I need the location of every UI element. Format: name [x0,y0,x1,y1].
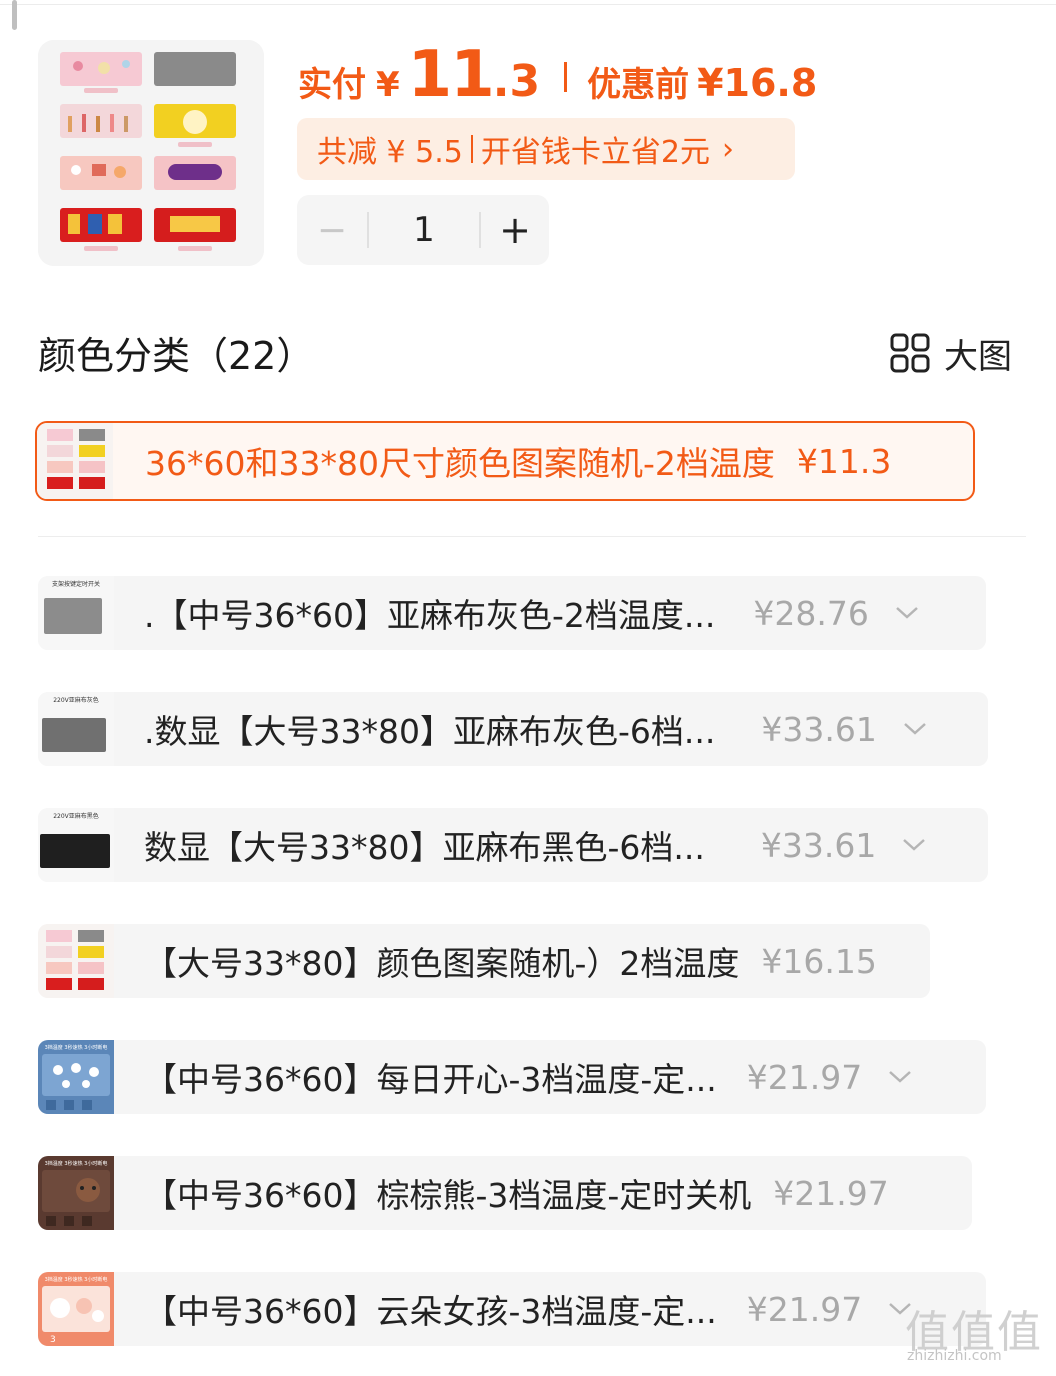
price-row: 实付 ¥ 11 .3 优惠前 ¥16.8 [298,38,817,114]
option-item[interactable]: 【大号33*80】颜色图案随机-）2档温度 ¥16.15 [38,924,930,998]
selected-option-price: ¥11.3 [796,441,892,481]
option-thumbnail: 220V亚麻布灰色 [38,692,114,766]
option-price: ¥21.97 [773,1173,889,1213]
option-thumbnail: 支架按键定时开关 [38,576,114,650]
discount-separator [470,135,473,163]
option-item[interactable]: 3档温度 3秒速热 3小时断电 【中号36*60】棕棕熊-3档温度-定时关机 ¥… [38,1156,972,1230]
paid-price-integer: 11 [407,38,495,112]
decrease-quantity-button[interactable]: − [297,210,367,251]
option-item[interactable]: 支架按键定时开关 .【中号36*60】亚麻布灰色-2档温度... ¥28.76 [38,576,986,650]
option-thumbnail [38,924,114,998]
color-category-title: 颜色分类（22） [38,334,315,378]
svg-text:3: 3 [50,1335,56,1345]
chevron-down-icon[interactable] [886,1068,914,1086]
original-price: ¥16.8 [697,61,818,105]
chevron-right-icon: › [721,131,734,167]
chevron-down-icon[interactable] [893,604,921,622]
selected-option-label: 36*60和33*80尺寸颜色图案随机-2档温度 [145,444,775,483]
section-divider [38,536,1026,537]
option-thumbnail [37,423,113,499]
option-item[interactable]: 220V亚麻布黑色 数显【大号33*80】亚麻布黑色-6档... ¥33.61 [38,808,988,882]
paid-price-decimal: .3 [492,56,541,107]
thumb-caption: 支架按键定时开关 [52,580,100,588]
selected-option[interactable]: 36*60和33*80尺寸颜色图案随机-2档温度 ¥11.3 [35,421,975,501]
thumb-caption: 3档温度 3秒速热 3小时断电 [45,1044,108,1051]
big-view-label: 大图 [944,336,1012,377]
thumb-caption: 3档温度 3秒速热 3小时断电 [45,1276,108,1283]
option-thumbnail: 3档温度 3秒速热 3小时断电 [38,1040,114,1114]
product-collage-image [38,40,264,266]
currency-symbol: ¥ [376,65,400,105]
paid-label: 实付 [298,65,366,105]
option-item[interactable]: 3档温度 3秒速热 3小时断电 3 【中号36*60】云朵女孩-3档温度-定..… [38,1272,986,1346]
option-label: .数显【大号33*80】亚麻布灰色-6档... [144,712,716,751]
option-label: .【中号36*60】亚麻布灰色-2档温度... [144,596,716,635]
option-item[interactable]: 220V亚麻布灰色 .数显【大号33*80】亚麻布灰色-6档... ¥33.61 [38,692,988,766]
quantity-stepper: − 1 + [297,195,549,265]
option-price: ¥33.61 [760,825,877,865]
option-label: 【大号33*80】颜色图案随机-）2档温度 [144,944,740,983]
chevron-down-icon[interactable] [901,720,929,738]
increase-quantity-button[interactable]: + [481,208,549,252]
option-price: ¥21.97 [746,1057,863,1097]
option-label: 数显【大号33*80】亚麻布黑色-6档... [144,828,705,867]
watermark-url: zhizhizhi.com [907,1348,1002,1364]
site-watermark: 值值值 zhizhizhi.com [905,1296,1051,1372]
price-separator [564,62,568,92]
option-price: ¥21.97 [746,1289,863,1329]
discount-bar[interactable]: 共减 ¥ 5.5 开省钱卡立省2元 › [297,118,795,180]
quantity-value[interactable]: 1 [369,210,479,250]
thumb-caption: 220V亚麻布灰色 [53,696,99,704]
option-price: ¥33.61 [761,709,877,749]
option-label: 【中号36*60】云朵女孩-3档温度-定... [144,1292,717,1331]
option-item[interactable]: 3档温度 3秒速热 3小时断电 【中号36*60】每日开心-3档温度-定... … [38,1040,986,1114]
thumb-caption: 3档温度 3秒速热 3小时断电 [45,1160,108,1167]
chevron-down-icon[interactable] [900,836,928,854]
total-reduction-text: 共减 ¥ 5.5 [317,135,463,170]
top-divider [0,4,1056,5]
option-price: ¥16.15 [761,941,877,981]
savings-card-text: 开省钱卡立省2元 [480,135,710,170]
option-label: 【中号36*60】每日开心-3档温度-定... [144,1060,717,1099]
thumb-caption: 220V亚麻布黑色 [53,812,99,820]
original-price-label: 优惠前 [587,65,690,105]
option-thumbnail: 220V亚麻布黑色 [38,808,114,882]
option-thumbnail: 3档温度 3秒速热 3小时断电 [38,1156,114,1230]
product-thumbnail[interactable] [38,40,264,266]
big-view-toggle[interactable]: 大图 [890,332,1012,377]
option-price: ¥28.76 [753,593,869,633]
scroll-indicator [12,0,17,30]
option-label: 【中号36*60】棕棕熊-3档温度-定时关机 [144,1176,752,1215]
grid-icon [890,333,930,373]
option-thumbnail: 3档温度 3秒速热 3小时断电 3 [38,1272,114,1346]
